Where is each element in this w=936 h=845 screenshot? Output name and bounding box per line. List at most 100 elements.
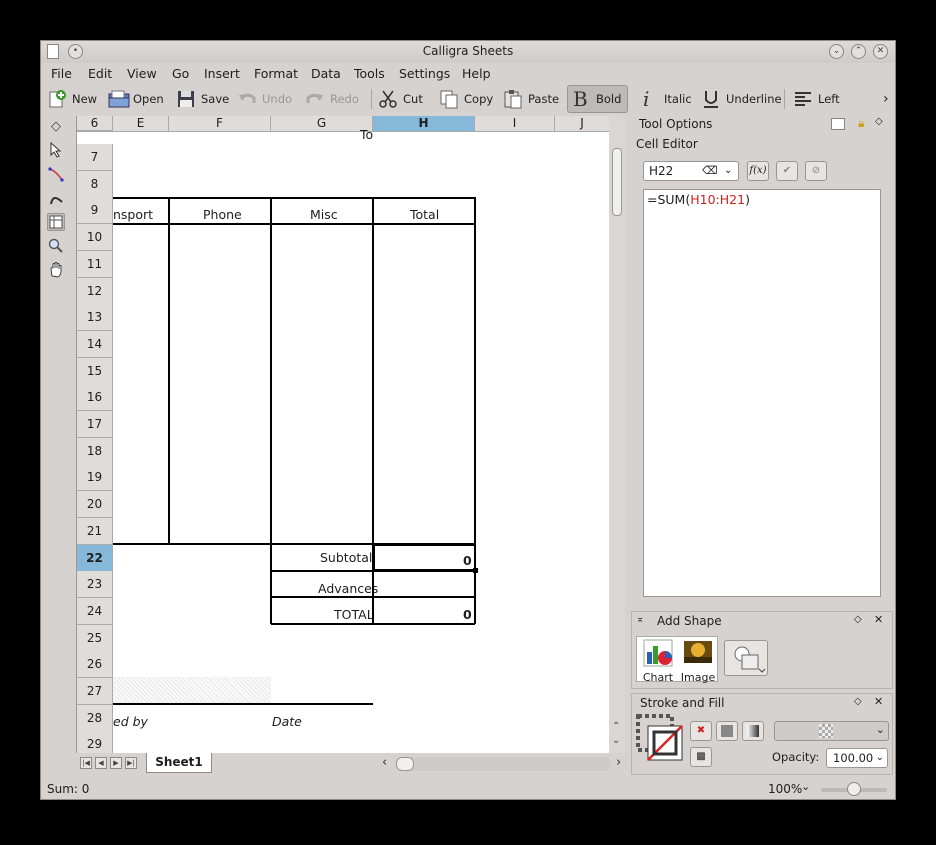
column-header-f[interactable]: F bbox=[169, 116, 271, 132]
row-header-27[interactable]: 27 bbox=[77, 678, 113, 705]
new-button[interactable]: New bbox=[47, 85, 97, 113]
row-header-7[interactable]: 7 bbox=[77, 144, 113, 171]
row-header-17[interactable]: 17 bbox=[77, 411, 113, 438]
column-header-i[interactable]: I bbox=[475, 116, 555, 132]
menu-help[interactable]: Help bbox=[462, 66, 491, 81]
menu-data[interactable]: Data bbox=[311, 66, 341, 81]
menu-file[interactable]: File bbox=[51, 66, 72, 81]
panel-float-icon[interactable] bbox=[831, 118, 845, 130]
menu-tools[interactable]: Tools bbox=[354, 66, 385, 81]
bezier-pen-icon[interactable] bbox=[47, 165, 65, 183]
row-header-29[interactable]: 29 bbox=[77, 731, 113, 753]
paste-button[interactable]: Paste bbox=[503, 85, 559, 113]
minimize-icon[interactable]: ⌄ bbox=[829, 44, 844, 59]
last-sheet-icon[interactable]: ▶| bbox=[125, 757, 137, 769]
row-header-25[interactable]: 25 bbox=[77, 625, 113, 652]
row-header-10[interactable]: 10 bbox=[77, 224, 113, 251]
row-header-16[interactable]: 16 bbox=[77, 384, 113, 411]
next-sheet-icon[interactable]: ▶ bbox=[110, 757, 122, 769]
close-icon[interactable]: ✕ bbox=[873, 44, 888, 59]
column-header-j[interactable]: J bbox=[555, 116, 609, 132]
first-sheet-icon[interactable]: |◀ bbox=[80, 757, 92, 769]
menu-insert[interactable]: Insert bbox=[204, 66, 240, 81]
panel-close-icon[interactable]: ✕ bbox=[874, 613, 883, 626]
cell-tool-icon[interactable] bbox=[47, 213, 65, 231]
select-arrow-icon[interactable] bbox=[47, 141, 65, 159]
fill-handle[interactable] bbox=[473, 568, 478, 573]
chart-shape-button[interactable]: Chart bbox=[638, 638, 678, 684]
fill-style-combo[interactable]: ⌄ bbox=[774, 721, 889, 741]
panel-float-icon[interactable]: ◇ bbox=[854, 614, 862, 625]
vertical-scroll-thumb[interactable] bbox=[612, 148, 622, 216]
panel-float-icon[interactable]: ◇ bbox=[47, 117, 65, 135]
column-header-g[interactable]: G bbox=[271, 116, 373, 132]
scroll-left-icon[interactable]: ‹ bbox=[382, 755, 387, 770]
row-header-21[interactable]: 21 bbox=[77, 518, 113, 545]
save-button[interactable]: Save bbox=[176, 85, 229, 113]
row-header-15[interactable]: 15 bbox=[77, 358, 113, 385]
lock-icon[interactable]: 🔒︎ bbox=[858, 116, 864, 131]
spreadsheet-canvas[interactable]: E F G H I J 6 7 8 9 10 11 12 13 14 15 16 17 18 19 20 21… bbox=[76, 116, 609, 753]
accept-check-icon[interactable]: ✔ bbox=[776, 161, 798, 181]
row-header-26[interactable]: 26 bbox=[77, 651, 113, 678]
gradient-fill-icon[interactable] bbox=[742, 721, 764, 741]
menu-go[interactable]: Go bbox=[172, 66, 189, 81]
panel-menu-icon[interactable]: ◇ bbox=[875, 116, 883, 127]
row-header-9[interactable]: 9 bbox=[77, 197, 113, 224]
zoom-icon[interactable] bbox=[47, 237, 65, 255]
pan-hand-icon[interactable] bbox=[47, 261, 65, 279]
formula-editor[interactable]: =SUM(H10:H21) bbox=[643, 189, 881, 597]
open-button[interactable]: Open bbox=[108, 85, 164, 113]
undo-button[interactable]: Undo bbox=[237, 85, 292, 113]
zoom-level[interactable]: 100% bbox=[768, 782, 802, 796]
row-header-23[interactable]: 23 bbox=[77, 571, 113, 598]
row-header-28[interactable]: 28 bbox=[77, 705, 113, 732]
collapse-icon[interactable]: ⌅ bbox=[636, 614, 644, 625]
menu-view[interactable]: View bbox=[127, 66, 157, 81]
underline-button[interactable]: Underline bbox=[701, 85, 782, 113]
panel-float-icon[interactable]: ◇ bbox=[854, 696, 862, 707]
zoom-slider-handle[interactable] bbox=[847, 782, 861, 796]
column-header-e[interactable]: E bbox=[113, 116, 169, 132]
horizontal-scroll-thumb[interactable] bbox=[396, 757, 414, 771]
clear-field-icon[interactable]: ⌫ bbox=[702, 162, 718, 180]
panel-close-icon[interactable]: ✕ bbox=[874, 695, 883, 708]
row-header-6[interactable]: 6 bbox=[77, 117, 113, 131]
scroll-up-icon[interactable]: ⌃ bbox=[612, 721, 620, 732]
selected-cell-h22[interactable] bbox=[373, 544, 476, 571]
chevron-down-icon[interactable]: ⌄ bbox=[724, 162, 732, 180]
row-header-11[interactable]: 11 bbox=[77, 251, 113, 278]
scroll-right-icon[interactable]: › bbox=[616, 755, 621, 770]
sheet-tab-sheet1[interactable]: Sheet1 bbox=[146, 753, 212, 773]
italic-button[interactable]: i Italic bbox=[639, 85, 692, 113]
row-header-12[interactable]: 12 bbox=[77, 278, 113, 305]
row-header-8[interactable]: 8 bbox=[77, 171, 113, 198]
row-header-18[interactable]: 18 bbox=[77, 438, 113, 465]
pattern-fill-icon[interactable]: ▩ bbox=[690, 747, 712, 767]
row-header-24[interactable]: 24 bbox=[77, 598, 113, 625]
menu-format[interactable]: Format bbox=[254, 66, 298, 81]
menu-edit[interactable]: Edit bbox=[88, 66, 112, 81]
scroll-down-icon[interactable]: ⌄ bbox=[612, 735, 620, 746]
stroke-fill-swatch-icon[interactable] bbox=[636, 714, 684, 762]
row-header-22[interactable]: 22 bbox=[77, 545, 113, 572]
solid-fill-icon[interactable] bbox=[716, 721, 738, 741]
redo-button[interactable]: Redo bbox=[305, 85, 359, 113]
row-header-20[interactable]: 20 bbox=[77, 491, 113, 518]
chevron-down-icon[interactable]: ⌄ bbox=[801, 780, 810, 793]
bold-button[interactable]: B Bold bbox=[567, 85, 629, 113]
image-shape-button[interactable]: Image bbox=[678, 638, 718, 684]
row-header-13[interactable]: 13 bbox=[77, 304, 113, 331]
column-header-h[interactable]: H bbox=[373, 116, 475, 132]
chevron-down-icon[interactable]: ⌄ bbox=[876, 749, 884, 767]
toolbar-overflow-button[interactable]: › bbox=[883, 85, 889, 113]
copy-button[interactable]: Copy bbox=[439, 85, 493, 113]
maximize-icon[interactable]: ⌃ bbox=[851, 44, 866, 59]
row-header-14[interactable]: 14 bbox=[77, 331, 113, 358]
calligraphy-icon[interactable] bbox=[47, 189, 65, 207]
horizontal-scrollbar[interactable] bbox=[396, 757, 611, 771]
cut-button[interactable]: Cut bbox=[378, 85, 423, 113]
more-shapes-button[interactable] bbox=[724, 640, 768, 676]
menu-settings[interactable]: Settings bbox=[399, 66, 450, 81]
prev-sheet-icon[interactable]: ◀ bbox=[95, 757, 107, 769]
